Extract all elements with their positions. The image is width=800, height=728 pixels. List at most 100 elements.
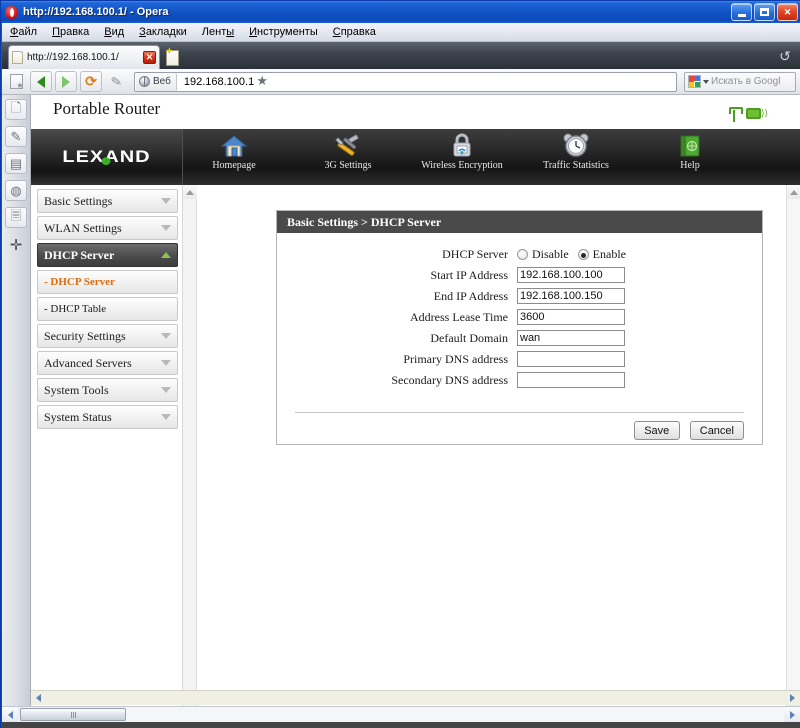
nav-label-traffic-statistics: Traffic Statistics <box>543 160 609 171</box>
radio-option-enable[interactable]: Enable <box>577 247 626 262</box>
radio-option-disable[interactable]: Disable <box>517 247 569 262</box>
menu-item-help[interactable]: Справка <box>333 26 376 38</box>
reload-button[interactable]: ⟳ <box>80 71 102 92</box>
nav-item-help[interactable]: Help <box>647 132 733 171</box>
scroll-up-button[interactable] <box>787 185 800 199</box>
menu-label-file-rest: айл <box>18 26 38 38</box>
radio-enable-icon[interactable] <box>577 249 589 260</box>
primary-dns-input[interactable] <box>517 351 625 367</box>
nav-label-wireless-encryption: Wireless Encryption <box>421 160 503 171</box>
panel-toggle-button[interactable]: ★ <box>5 71 27 92</box>
address-bar[interactable]: Веб 192.168.100.1 ★ <box>134 71 677 92</box>
sidebar-item-system-status[interactable]: System Status <box>37 405 178 429</box>
triangle-right-icon <box>789 710 795 719</box>
links-page-icon[interactable]: 🗏 <box>5 207 27 228</box>
sidebar-item-system-tools[interactable]: System Tools <box>37 378 178 402</box>
chevron-down-icon[interactable] <box>703 79 709 84</box>
radio-disable-icon[interactable] <box>517 249 528 260</box>
tab-close-icon[interactable]: ✕ <box>143 51 156 64</box>
page-horizontal-scrollbar[interactable] <box>31 690 800 705</box>
scroll-right-button[interactable] <box>785 691 800 705</box>
globe-icon <box>139 76 150 87</box>
star-icon[interactable]: ★ <box>254 73 270 90</box>
scrollbar-track[interactable] <box>126 707 784 722</box>
triangle-right-icon <box>790 694 795 702</box>
start-ip-input[interactable]: 192.168.100.100 <box>517 267 625 283</box>
scroll-right-button[interactable] <box>784 707 800 722</box>
opera-browser-window: http://192.168.100.1/ - Opera ✕ Файл Пра… <box>0 0 800 728</box>
new-tab-button[interactable] <box>162 46 182 69</box>
sidebar-label-wlan-settings: WLAN Settings <box>44 220 122 235</box>
router-nav-items: Homepage 3G Settings Wireless Encryption… <box>191 129 733 185</box>
chevron-down-icon <box>161 360 171 366</box>
chevron-down-icon <box>161 333 171 339</box>
sidebar-item-dhcp-server[interactable]: - DHCP Server <box>37 270 178 294</box>
default-domain-input[interactable]: wan <box>517 330 625 346</box>
menu-item-tools[interactable]: Инструменты <box>249 26 318 38</box>
cancel-button[interactable]: Cancel <box>689 421 744 440</box>
triangle-left-icon <box>36 694 41 702</box>
scroll-up-button[interactable] <box>183 185 197 199</box>
menu-item-edit[interactable]: Правка <box>52 26 89 38</box>
address-input[interactable]: 192.168.100.1 <box>178 76 254 88</box>
save-button[interactable]: Save <box>633 421 680 440</box>
secondary-dns-input[interactable] <box>517 372 625 388</box>
forward-button[interactable] <box>55 71 77 92</box>
sidebar-item-dhcp-server-group[interactable]: DHCP Server <box>37 243 178 267</box>
sidebar-label-system-tools: System Tools <box>44 382 109 397</box>
nav-item-homepage[interactable]: Homepage <box>191 132 277 171</box>
back-button[interactable] <box>30 71 52 92</box>
history-globe-icon[interactable]: ◍ <box>5 180 27 201</box>
menu-item-file[interactable]: Файл <box>10 26 37 38</box>
brand-logo: LEXAND <box>31 129 183 185</box>
menu-item-feeds[interactable]: Ленты <box>202 26 234 38</box>
menu-item-view[interactable]: Вид <box>104 26 124 38</box>
scrollbar-thumb[interactable] <box>20 708 126 721</box>
field-label-end-ip: End IP Address <box>433 288 508 303</box>
home-icon <box>221 132 247 158</box>
wallet-icon[interactable]: ▤ <box>5 153 27 174</box>
nav-label-3g-settings: 3G Settings <box>324 160 372 171</box>
form-row-lease-time: Address Lease Time 3600 <box>277 309 744 325</box>
browser-horizontal-scrollbar[interactable] <box>2 706 800 722</box>
menu-item-bookmarks[interactable]: Закладки <box>139 26 187 38</box>
lease-time-input[interactable]: 3600 <box>517 309 625 325</box>
maximize-button[interactable] <box>754 3 775 21</box>
tab-favicon-icon <box>12 51 23 64</box>
sidebar-label-dhcp-table: - DHCP Table <box>44 303 107 315</box>
add-panel-icon[interactable]: ✛ <box>5 234 27 255</box>
sidebar-label-basic-settings: Basic Settings <box>44 193 113 208</box>
forward-arrow-icon <box>62 75 70 88</box>
scroll-left-button[interactable] <box>31 691 46 705</box>
sidebar-label-dhcp-server-group: DHCP Server <box>44 247 115 262</box>
sidebar-item-advanced-servers[interactable]: Advanced Servers <box>37 351 178 375</box>
wlan-monitor-icon: ⟩⟩ <box>746 107 768 122</box>
nav-label-homepage: Homepage <box>212 160 256 171</box>
sidebar-frame-scrollbar[interactable] <box>183 185 197 706</box>
field-label-secondary-dns: Secondary DNS address <box>391 372 508 387</box>
sidebar-item-dhcp-table[interactable]: - DHCP Table <box>37 297 178 321</box>
new-tab-icon <box>165 46 179 66</box>
nav-item-3g-settings[interactable]: 3G Settings <box>305 132 391 171</box>
form-row-secondary-dns: Secondary DNS address <box>277 372 744 388</box>
dhcp-settings-panel: Basic Settings > DHCP Server DHCP Server… <box>276 210 763 445</box>
form-row-start-ip: Start IP Address 192.168.100.100 <box>277 267 744 283</box>
edit-button[interactable]: ✎ <box>105 71 127 92</box>
notes-pen-icon[interactable]: ✎ <box>5 126 27 147</box>
close-button[interactable]: ✕ <box>777 3 798 21</box>
triangle-left-icon <box>7 710 13 719</box>
nav-item-wireless-encryption[interactable]: Wireless Encryption <box>419 132 505 171</box>
scroll-left-button[interactable] <box>2 707 18 722</box>
end-ip-input[interactable]: 192.168.100.150 <box>517 288 625 304</box>
trash-icon[interactable]: ↺ <box>776 47 794 65</box>
page-vertical-scrollbar[interactable] <box>786 185 800 706</box>
browser-tab[interactable]: http://192.168.100.1/ ✕ <box>8 45 160 69</box>
address-protocol-badge: Веб <box>136 72 177 91</box>
sidebar-item-security-settings[interactable]: Security Settings <box>37 324 178 348</box>
sidebar-item-wlan-settings[interactable]: WLAN Settings <box>37 216 178 240</box>
minimize-button[interactable] <box>731 3 752 21</box>
search-input[interactable]: Искать в Googl <box>684 71 796 92</box>
nav-item-traffic-statistics[interactable]: Traffic Statistics <box>533 132 619 171</box>
bookmarks-icon[interactable]: 🗋 <box>5 99 27 120</box>
sidebar-item-basic-settings[interactable]: Basic Settings <box>37 189 178 213</box>
